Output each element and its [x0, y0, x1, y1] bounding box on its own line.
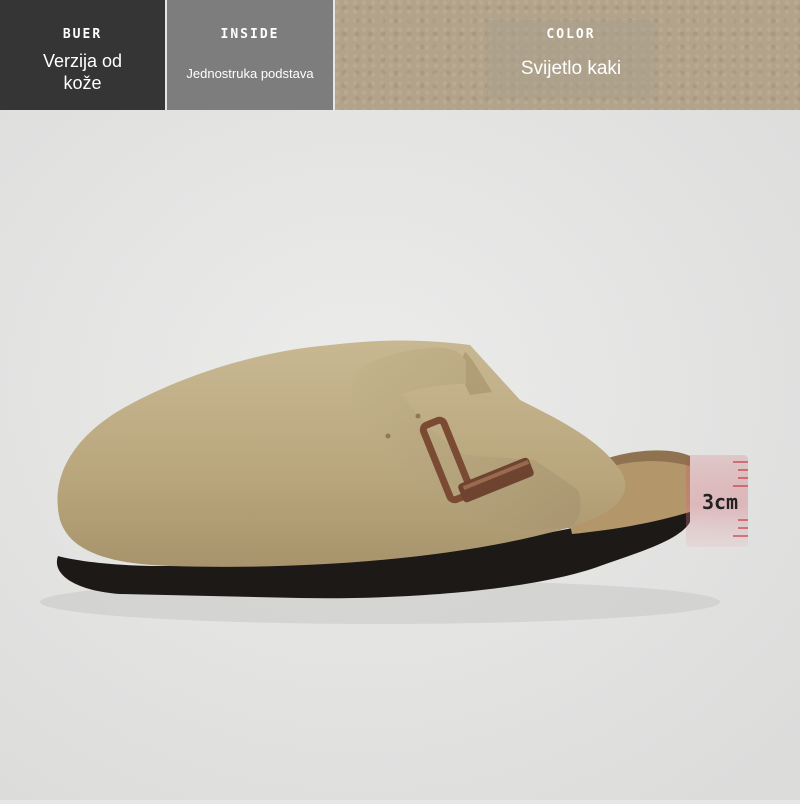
clog-illustration [0, 110, 800, 800]
height-marker-label: 3cm [701, 490, 739, 514]
spec-color: COLOR Svijetlo kaki [335, 0, 800, 110]
spec-upper-key: BUER [62, 27, 103, 42]
strap-hole-2 [415, 413, 421, 419]
spec-upper: BUER Verzija od kože [0, 0, 165, 110]
spec-strip: BUER Verzija od kože INSIDE Jednostruka … [0, 0, 800, 110]
spec-color-key: COLOR [546, 27, 596, 42]
spec-inside-value: Jednostruka podstava [186, 66, 314, 81]
product-photo [0, 110, 800, 800]
spec-upper-value: Verzija od kože [42, 51, 123, 93]
spec-inside: INSIDE Jednostruka podstava [167, 0, 333, 110]
strap-hole-1 [385, 433, 391, 439]
spec-color-value: Svijetlo kaki [520, 58, 622, 79]
spec-inside-key: INSIDE [220, 27, 280, 42]
